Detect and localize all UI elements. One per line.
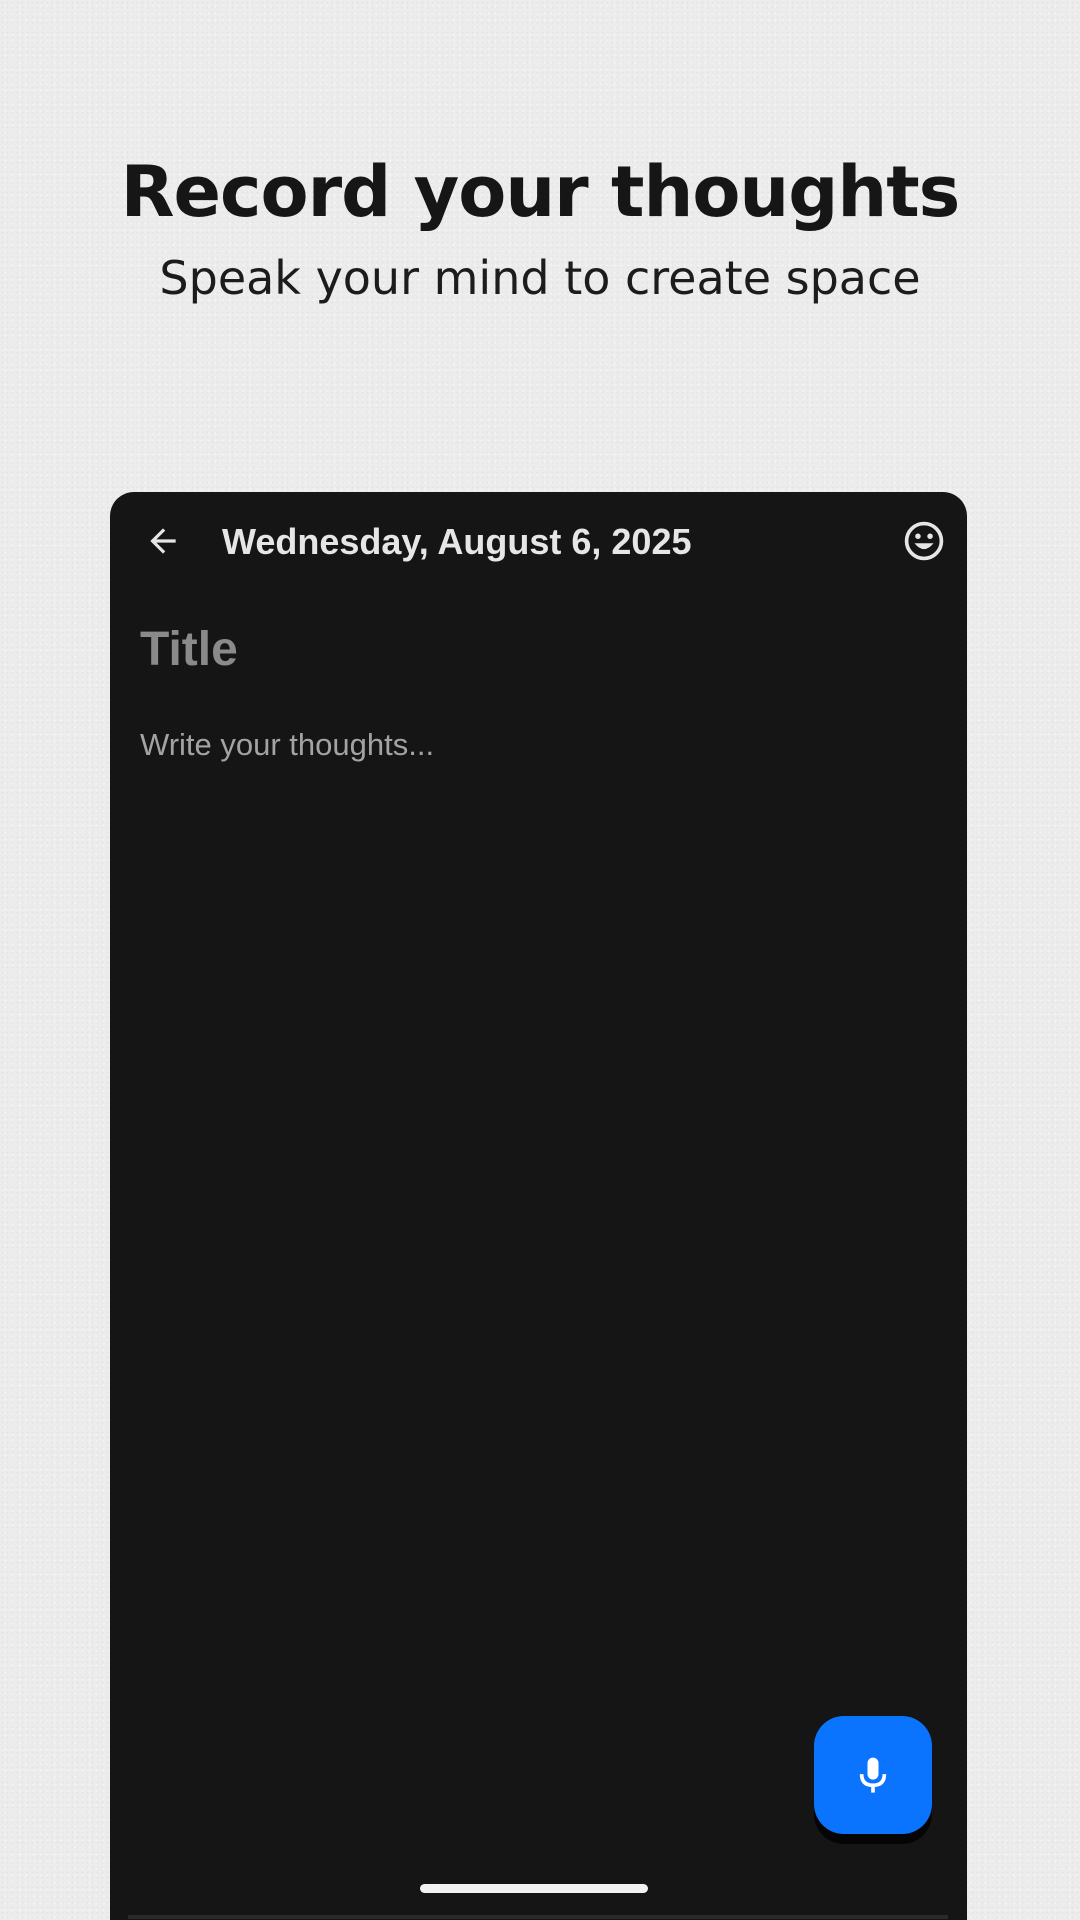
- thoughts-input[interactable]: Write your thoughts...: [140, 724, 920, 766]
- arrow-left-icon: [150, 528, 176, 554]
- mood-button[interactable]: [899, 516, 949, 566]
- microphone-icon: [859, 1757, 887, 1793]
- back-button[interactable]: [138, 516, 188, 566]
- entry-date: Wednesday, August 6, 2025: [222, 521, 692, 562]
- promo-subheadline: Speak your mind to create space: [159, 251, 921, 305]
- app-bar: Wednesday, August 6, 2025: [110, 492, 967, 592]
- smiley-face-icon: [904, 521, 944, 561]
- title-input[interactable]: Title: [140, 620, 920, 680]
- home-indicator[interactable]: [420, 1884, 648, 1893]
- promo-headline: Record your thoughts: [120, 151, 961, 233]
- screen-bottom-edge: [128, 1915, 948, 1919]
- phone-screen: Wednesday, August 6, 2025 Title Write yo…: [110, 492, 967, 1920]
- promo-header: Record your thoughts Speak your mind to …: [0, 148, 1080, 306]
- record-voice-button[interactable]: [814, 1716, 932, 1834]
